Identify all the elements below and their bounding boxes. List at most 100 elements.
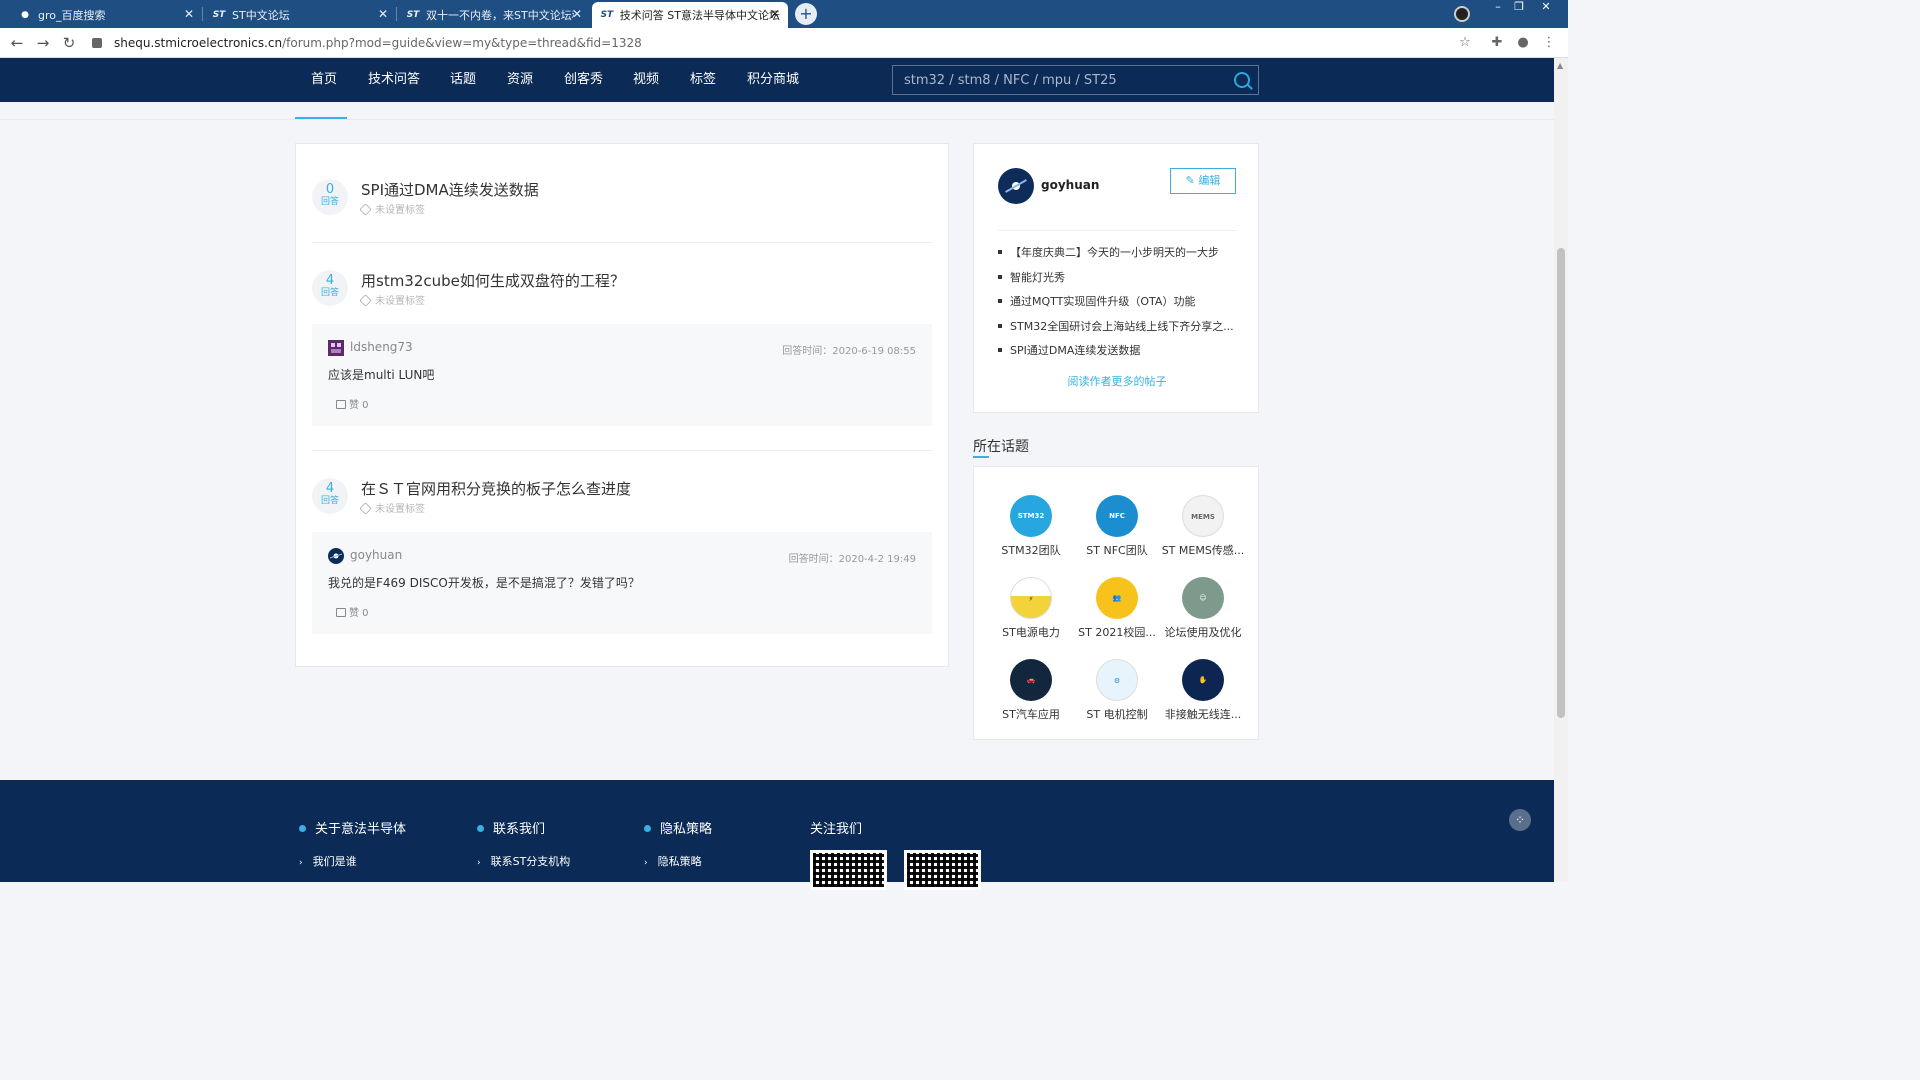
topics-heading: 所在话题 [973,439,1029,455]
answer-text: 我兑的是F469 DISCO开发板，是不是搞混了？发错了吗？ [328,576,640,590]
topic-st-campus-2021[interactable]: 👥 ST 2021校园... [1074,577,1160,640]
question-title[interactable]: 在ＳＴ官网用积分竞换的板子怎么查进度 [361,478,631,499]
tab-title: 技术问答 ST意法半导体中文论坛 [619,9,780,22]
search-icon[interactable] [1234,72,1250,88]
thumbs-up-icon [336,608,346,617]
nav-maker-show[interactable]: 创客秀 [564,58,603,102]
url-field[interactable]: shequ.stmicroelectronics.cn/forum.php?mo… [92,32,1492,54]
question-title[interactable]: SPI通过DMA连续发送数据 [361,179,539,200]
profile-icon[interactable] [1454,6,1470,22]
author-post-link[interactable]: 通过MQTT实现固件升级（OTA）功能 [998,293,1244,318]
close-icon[interactable]: ✕ [184,7,194,21]
tag-icon [359,203,372,216]
nav-points-mall[interactable]: 积分商城 [747,58,799,102]
author-post-link[interactable]: 【年度庆典二】今天的一小步明天的一大步 [998,244,1244,269]
topic-forum-usage[interactable]: ☺ 论坛使用及优化 [1160,577,1246,640]
close-icon[interactable]: ✕ [770,7,780,21]
extensions-icon[interactable]: ✚ [1488,34,1506,52]
author-post-link[interactable]: 智能灯光秀 [998,269,1244,294]
question-list: 0 回答 SPI通过DMA连续发送数据 未设置标签 4 回答 用stm32cub… [295,143,949,667]
edit-button[interactable]: ✎ 编辑 [1170,168,1236,194]
author-name[interactable]: goyhuan [1041,178,1099,192]
topic-st-motor-control[interactable]: ⚙ ST 电机控制 [1074,659,1160,722]
menu-icon[interactable]: ⋮ [1540,34,1558,52]
avatar[interactable] [998,168,1034,204]
window-close-icon[interactable]: ✕ [1532,0,1560,16]
back-icon[interactable]: ← [8,34,26,52]
answer-count: 4 [325,481,335,496]
footer-heading-contact: 联系我们 [477,818,545,837]
restore-icon[interactable]: ❐ [1505,0,1533,16]
nav-tags[interactable]: 标签 [690,58,716,102]
more-posts-link[interactable]: 阅读作者更多的帖子 [974,373,1260,389]
qr-code-icon [810,850,887,890]
wireless-hand-icon: ✋ [1182,659,1224,701]
like-button[interactable]: 赞 0 [336,604,369,619]
edit-icon: ✎ [1185,174,1199,187]
browser-tab-st-forum[interactable]: ST ST中文论坛 ✕ [204,2,396,28]
close-icon[interactable]: ✕ [378,7,388,21]
footer-heading-about: 关于意法半导体 [299,818,406,837]
site-nav: 首页 技术问答 话题 资源 创客秀 视频 标签 积分商城 [0,58,1554,102]
answer-count-label: 回答 [320,288,339,298]
answer-count-badge: 4 回答 [312,478,348,514]
tab-title: gro_百度搜索 [38,9,106,22]
browser-tab-double11[interactable]: ST 双十一不内卷，来ST中文论坛秒... ✕ [398,2,590,28]
forum-robot-icon: ☺ [1182,577,1224,619]
footer-link-privacy[interactable]: › 隐私策略 [644,853,702,869]
floating-menu-icon[interactable]: ⁘ [1509,809,1531,831]
browser-tabbar: ● gro_百度搜索 ✕ ST ST中文论坛 ✕ ST 双十一不内卷，来ST中文… [0,0,1568,28]
chevron-right-icon: › [299,858,303,868]
answer-username[interactable]: goyhuan [350,548,402,562]
active-tab-indicator [295,117,347,119]
topic-stm32[interactable]: STM32 STM32团队 [988,495,1074,558]
forward-icon[interactable]: → [34,34,52,52]
topic-contactless-wireless[interactable]: ✋ 非接触无线连... [1160,659,1246,722]
nav-home[interactable]: 首页 [311,58,337,102]
topic-st-automotive[interactable]: 🚗 ST汽车应用 [988,659,1074,722]
question-title[interactable]: 用stm32cube如何生成双盘符的工程？ [361,270,625,291]
avatar[interactable] [328,548,344,564]
browser-tab-active[interactable]: ST 技术问答 ST意法半导体中文论坛 ✕ [592,2,788,28]
account-icon[interactable]: ● [1514,34,1532,52]
tag-icon [359,294,372,307]
footer-link-contact-branches[interactable]: › 联系ST分支机构 [477,853,570,869]
topic-st-nfc[interactable]: NFC ST NFC团队 [1074,495,1160,558]
mems-sensor-icon: MEMS [1182,495,1224,537]
answer-preview: goyhuan 回答时间：2020-4-2 19:49 我兑的是F469 DIS… [312,532,932,634]
search-input[interactable] [893,66,1213,94]
answer-count-label: 回答 [320,496,339,506]
close-icon[interactable]: ✕ [572,7,582,21]
nfc-icon: NFC [1096,495,1138,537]
nav-topics[interactable]: 话题 [450,58,476,102]
lock-icon [92,38,102,48]
author-post-link[interactable]: STM32全国研讨会上海站线上线下齐分享之... [998,318,1244,343]
scroll-up-icon[interactable]: ▲ [1557,61,1563,70]
nav-resources[interactable]: 资源 [507,58,533,102]
question-tag: 未设置标签 [359,201,425,216]
new-tab-button[interactable]: + [795,3,817,25]
browser-tab-baidu[interactable]: ● gro_百度搜索 ✕ [10,2,202,28]
motor-control-icon: ⚙ [1096,659,1138,701]
answer-username[interactable]: ldsheng73 [350,340,413,354]
scroll-thumb[interactable] [1557,248,1565,718]
bookmark-star-icon[interactable]: ☆ [1456,34,1474,52]
divider [312,242,932,243]
nav-tech-qa[interactable]: 技术问答 [368,58,420,102]
footer-link-who-we-are[interactable]: › 我们是谁 [299,853,357,869]
avatar[interactable] [328,340,344,356]
author-post-link[interactable]: SPI通过DMA连续发送数据 [998,342,1244,367]
topic-st-mems[interactable]: MEMS ST MEMS传感... [1160,495,1246,558]
divider [312,450,932,451]
nav-videos[interactable]: 视频 [633,58,659,102]
answer-preview: ldsheng73 回答时间：2020-6-19 08:55 应该是multi … [312,324,932,426]
reload-icon[interactable]: ↻ [60,34,78,52]
power-energy-icon: ⚡ [1010,577,1052,619]
author-post-list: 【年度庆典二】今天的一小步明天的一大步 智能灯光秀 通过MQTT实现固件升级（O… [998,244,1244,367]
topics-grid: STM32 STM32团队 NFC ST NFC团队 MEMS ST MEMS传… [973,466,1259,740]
url-path: /forum.php?mod=guide&view=my&type=thread… [282,36,642,50]
subnav-rule [0,119,1554,120]
page-scrollbar[interactable]: ▲ [1554,58,1568,882]
topic-st-power[interactable]: ⚡ ST电源电力 [988,577,1074,640]
like-button[interactable]: 赞 0 [336,396,369,411]
